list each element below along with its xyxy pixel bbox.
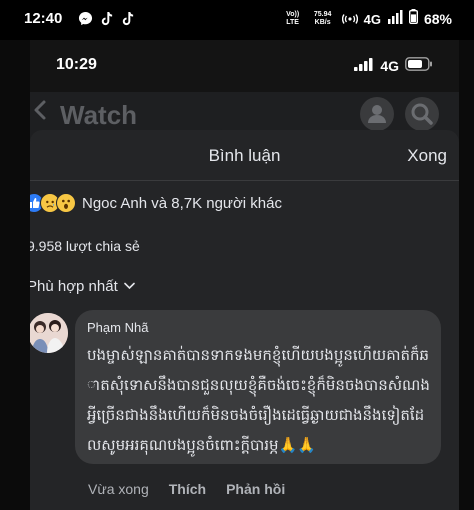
wow-reaction-icon (56, 193, 76, 213)
profile-button[interactable] (360, 97, 394, 131)
comment-timestamp: Vừa xong (88, 481, 149, 497)
comment-actions: Vừa xong Thích Phản hồi (88, 481, 285, 497)
avatar[interactable] (30, 313, 68, 353)
shares-count[interactable]: 9.958 lượt chia sẻ (30, 238, 140, 254)
watch-title: Watch (60, 100, 138, 130)
tiktok-icon (99, 11, 114, 26)
like-button[interactable]: Thích (169, 481, 206, 497)
inner-status-bar: 10:29 4G (30, 40, 459, 92)
messenger-icon (78, 11, 93, 26)
search-button[interactable] (405, 97, 439, 131)
sort-label: Phù hợp nhất (30, 278, 118, 295)
volte-indicator: Vo)) LTE (286, 11, 300, 26)
notification-icons (78, 11, 135, 26)
comment-author[interactable]: Phạm Nhã (87, 320, 148, 335)
chevron-down-icon (123, 281, 135, 293)
reactions-summary[interactable]: Ngoc Anh và 8,7K người khác (30, 193, 282, 213)
outer-status-right: Vo)) LTE 75.94 KB/s 4G 68% (282, 9, 452, 29)
outer-status-time: 12:40 (24, 10, 63, 27)
comment-bubble[interactable]: Phạm Nhã បងម្ចាស់ឡានគាត់បានទាកទងមកខ្ញុំហ… (75, 310, 441, 464)
header-divider (30, 180, 459, 181)
done-button[interactable]: Xong (407, 146, 447, 166)
back-button[interactable] (30, 98, 52, 128)
comments-title: Bình luận (208, 146, 281, 165)
search-icon (411, 103, 433, 125)
outer-network-type: 4G (363, 11, 381, 27)
battery-icon (408, 9, 418, 29)
outer-status-bar: 12:40 Vo)) LTE 75.94 KB/s 4G 68% (0, 0, 474, 40)
signal-icon (354, 57, 374, 74)
sort-dropdown[interactable]: Phù hợp nhất (30, 278, 135, 295)
battery-icon (405, 57, 433, 74)
network-speed: 75.94 KB/s (313, 11, 332, 26)
reactions-label: Ngoc Anh và 8,7K người khác (82, 194, 282, 212)
reply-button[interactable]: Phản hồi (226, 481, 285, 497)
tiktok-icon (120, 11, 135, 26)
hotspot-icon (341, 10, 358, 29)
inner-status-right: 4G (354, 57, 433, 74)
signal-icon (387, 9, 403, 29)
comment-text: បងម្ចាស់ឡានគាត់បានទាកទងមកខ្ញុំហើយបងប្អូន… (87, 346, 430, 454)
inner-status-time: 10:29 (56, 56, 97, 73)
facebook-watch-screen: 10:29 4G Watch Bình luận Xong Ngoc Anh v… (30, 40, 459, 510)
comments-sheet-header: Bình luận Xong (30, 130, 459, 180)
inner-network-type: 4G (380, 57, 399, 74)
comments-sheet: Bình luận Xong Ngoc Anh và 8,7K người kh… (30, 130, 459, 510)
person-icon (368, 105, 386, 123)
battery-percent: 68% (423, 11, 452, 27)
